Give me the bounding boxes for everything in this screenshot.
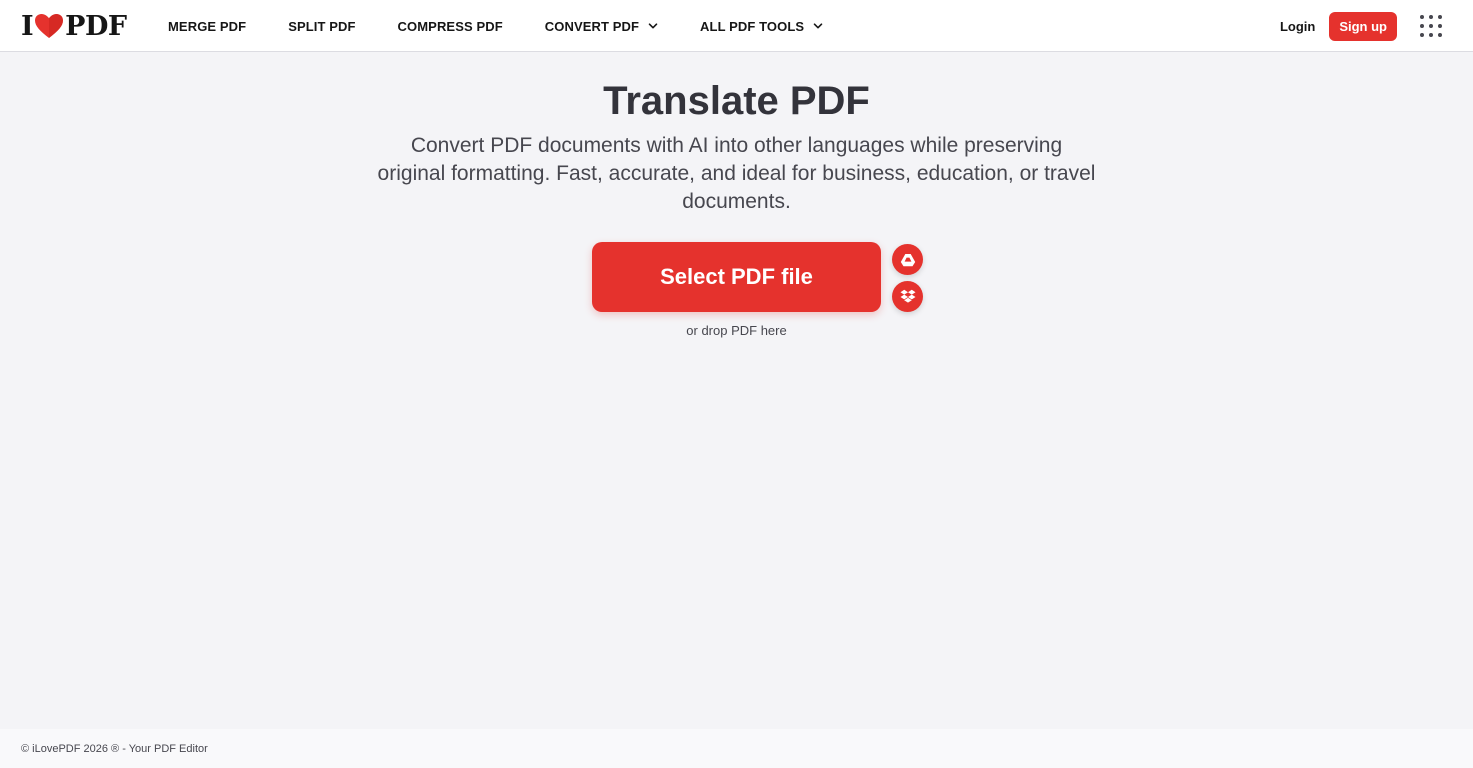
tool-main: Translate PDF Convert PDF documents with…: [0, 53, 1473, 729]
google-drive-button[interactable]: [892, 244, 923, 275]
drop-hint: or drop PDF here: [686, 323, 787, 338]
login-link[interactable]: Login: [1280, 19, 1315, 34]
chevron-down-icon: [648, 23, 658, 29]
nav-all-pdf-tools[interactable]: ALL PDF TOOLS: [700, 19, 823, 34]
nav-label: ALL PDF TOOLS: [700, 18, 805, 34]
logo-suffix: PDF: [65, 10, 127, 42]
nav-label: SPLIT PDF: [288, 18, 356, 34]
page-subtitle: Convert PDF documents with AI into other…: [377, 134, 1096, 213]
ilovepdf-logo[interactable]: I PDF: [21, 10, 127, 42]
signup-button[interactable]: Sign up: [1329, 11, 1397, 41]
google-drive-icon: [900, 253, 915, 266]
heart-icon: [35, 14, 64, 38]
nav-split-pdf[interactable]: SPLIT PDF: [288, 19, 355, 34]
logo-prefix: I: [21, 10, 34, 42]
chevron-down-icon: [813, 23, 823, 29]
nav-merge-pdf[interactable]: MERGE PDF: [168, 19, 246, 34]
nav-label: COMPRESS PDF: [397, 18, 503, 34]
nav-compress-pdf[interactable]: COMPRESS PDF: [398, 19, 503, 34]
dropbox-button[interactable]: [892, 281, 923, 312]
footer-copyright: © iLovePDF 2026 ® - Your PDF Editor: [21, 742, 208, 755]
nav-convert-pdf[interactable]: CONVERT PDF: [545, 19, 658, 34]
header-actions: Login Sign up: [1280, 0, 1473, 52]
top-header: I PDF MERGE PDF SPLIT PDF COMPRESS PDF C…: [0, 0, 1473, 52]
grid-dots-icon[interactable]: [1420, 15, 1442, 37]
nav-label: CONVERT PDF: [544, 18, 640, 34]
signup-label: Sign up: [1339, 18, 1387, 34]
main-nav: MERGE PDF SPLIT PDF COMPRESS PDF CONVERT…: [168, 0, 865, 52]
page-footer: © iLovePDF 2026 ® - Your PDF Editor: [0, 729, 1473, 768]
select-pdf-label: Select PDF file: [660, 264, 813, 289]
nav-label: MERGE PDF: [168, 18, 247, 34]
page-title: Translate PDF: [603, 79, 870, 123]
select-pdf-button[interactable]: Select PDF file: [592, 242, 881, 312]
dropbox-icon: [900, 289, 915, 303]
